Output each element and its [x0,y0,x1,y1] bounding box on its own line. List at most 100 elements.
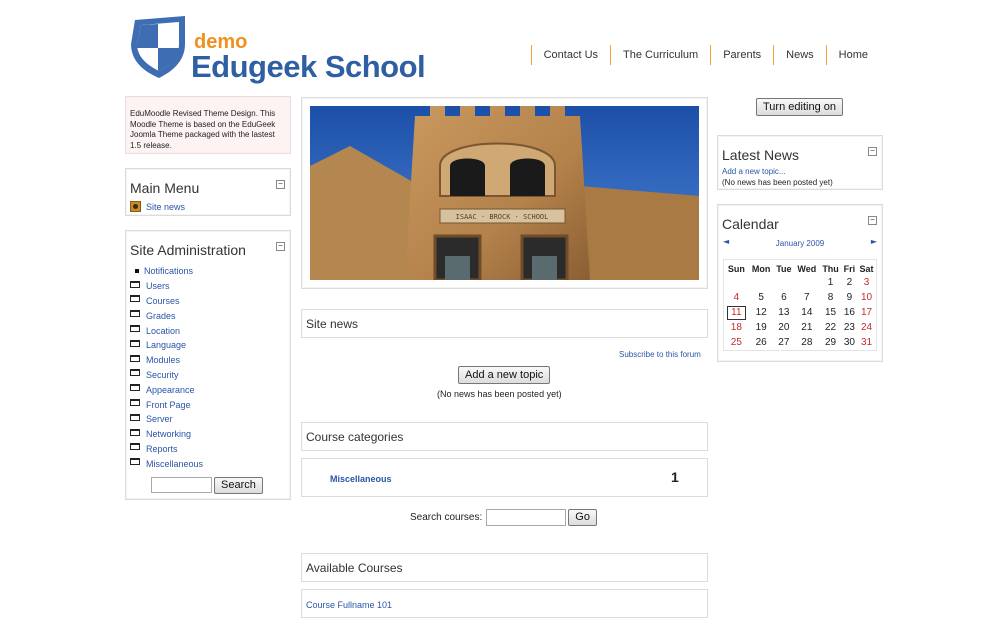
site-logo[interactable]: demo Edugeek School [127,14,427,84]
calendar-day[interactable]: 22 [819,320,841,335]
admin-item-modules[interactable]: Modules [130,353,288,368]
admin-item-label[interactable]: Notifications [144,266,193,276]
admin-item-label[interactable]: Server [146,414,173,424]
collapse-icon[interactable]: − [868,216,877,225]
calendar-day[interactable]: 12 [749,305,774,320]
nav-home[interactable]: Home [825,45,880,65]
admin-item-label[interactable]: Networking [146,429,191,439]
add-new-topic-button[interactable]: Add a new topic [458,366,551,384]
calendar-day[interactable]: 31 [857,335,876,350]
collapse-icon[interactable]: − [276,180,285,189]
calendar-day[interactable]: 11 [724,305,749,320]
calendar-week-row: 123 [724,275,876,290]
subscribe-forum-link[interactable]: Subscribe to this forum [619,350,701,359]
admin-item-label[interactable]: Courses [146,296,180,306]
admin-search-input[interactable] [151,477,212,493]
admin-item-courses[interactable]: Courses [130,294,288,309]
calendar-day[interactable]: 2 [842,275,857,290]
collapse-icon[interactable]: − [276,242,285,251]
main-menu-item-site-news[interactable]: Site news [130,201,185,212]
folder-icon [130,399,140,407]
admin-menu-list: Notifications Users Courses Grades Locat… [130,264,288,471]
calendar-day[interactable]: 21 [794,320,819,335]
calendar-day[interactable]: 28 [794,335,819,350]
nav-the-curriculum[interactable]: The Curriculum [610,45,710,65]
calendar-day[interactable]: 27 [774,335,795,350]
calendar-day[interactable]: 20 [774,320,795,335]
admin-item-security[interactable]: Security [130,368,288,383]
calendar-day[interactable]: 3 [857,275,876,290]
admin-item-appearance[interactable]: Appearance [130,382,288,397]
turn-editing-on-button[interactable]: Turn editing on [756,98,843,116]
nav-parents[interactable]: Parents [710,45,773,65]
weekday-header: Thu [822,264,839,274]
calendar-day[interactable]: 30 [842,335,857,350]
search-go-button[interactable]: Go [568,509,597,526]
admin-item-label[interactable]: Modules [146,355,180,365]
search-courses-input[interactable] [486,509,567,526]
course-fullname-link[interactable]: Course Fullname 101 [306,600,392,610]
admin-item-users[interactable]: Users [130,279,288,294]
admin-item-label[interactable]: Miscellaneous [146,459,203,469]
admin-item-label[interactable]: Appearance [146,385,195,395]
admin-search-button[interactable]: Search [214,477,263,494]
calendar-day[interactable]: 19 [749,320,774,335]
admin-item-miscellaneous[interactable]: Miscellaneous [130,456,288,471]
folder-icon [130,325,140,333]
available-courses-header: Available Courses [301,553,708,582]
calendar-day[interactable]: 5 [749,290,774,305]
bullet-icon [130,266,144,276]
course-categories-title: Course categories [306,430,404,444]
next-month-icon[interactable]: ► [871,237,877,246]
admin-item-location[interactable]: Location [130,323,288,338]
collapse-icon[interactable]: − [868,147,877,156]
admin-item-label[interactable]: Location [146,326,180,336]
calendar-day[interactable]: 14 [794,305,819,320]
calendar-day[interactable]: 25 [724,335,749,350]
admin-item-reports[interactable]: Reports [130,442,288,457]
admin-item-label[interactable]: Front Page [146,400,191,410]
calendar-day[interactable]: 7 [794,290,819,305]
school-building-image: ISAAC · BROCK · SCHOOL [310,106,699,280]
calendar-day[interactable]: 4 [724,290,749,305]
nav-news[interactable]: News [773,45,826,65]
category-link-miscellaneous[interactable]: Miscellaneous [330,474,392,484]
folder-icon [130,428,140,436]
calendar-day[interactable]: 24 [857,320,876,335]
category-row: Miscellaneous 1 [301,458,708,497]
calendar-day[interactable]: 15 [819,305,841,320]
admin-item-label[interactable]: Grades [146,311,176,321]
calendar-month-link[interactable]: January 2009 [718,239,882,248]
calendar-day[interactable]: 16 [842,305,857,320]
admin-item-front-page[interactable]: Front Page [130,397,288,412]
admin-item-server[interactable]: Server [130,412,288,427]
admin-item-language[interactable]: Language [130,338,288,353]
calendar-day[interactable]: 6 [774,290,795,305]
top-navigation: Contact Us The Curriculum Parents News H… [530,45,880,65]
admin-item-notifications[interactable]: Notifications [130,264,288,279]
calendar-day[interactable]: 23 [842,320,857,335]
admin-item-label[interactable]: Reports [146,444,178,454]
calendar-day[interactable]: 26 [749,335,774,350]
calendar-day[interactable]: 17 [857,305,876,320]
admin-item-label[interactable]: Users [146,281,170,291]
logo-school-name: Edugeek School [191,49,426,84]
calendar-day[interactable]: 1 [819,275,841,290]
weekday-header: Tue [776,264,792,274]
calendar-day[interactable]: 9 [842,290,857,305]
admin-item-networking[interactable]: Networking [130,427,288,442]
folder-icon [130,310,140,318]
school-banner: ISAAC · BROCK · SCHOOL [301,97,708,289]
site-news-link[interactable]: Site news [146,202,185,212]
admin-item-grades[interactable]: Grades [130,308,288,323]
calendar-day[interactable]: 18 [724,320,749,335]
calendar-day[interactable]: 29 [819,335,841,350]
calendar-day[interactable]: 8 [819,290,841,305]
admin-item-label[interactable]: Language [146,340,186,350]
admin-item-label[interactable]: Security [146,370,179,380]
nav-contact-us[interactable]: Contact Us [530,45,610,65]
latest-news-add-topic-link[interactable]: Add a new topic... [722,167,786,176]
calendar-day[interactable]: 10 [857,290,876,305]
calendar-day[interactable]: 13 [774,305,795,320]
weekday-header: Mon [751,264,771,274]
